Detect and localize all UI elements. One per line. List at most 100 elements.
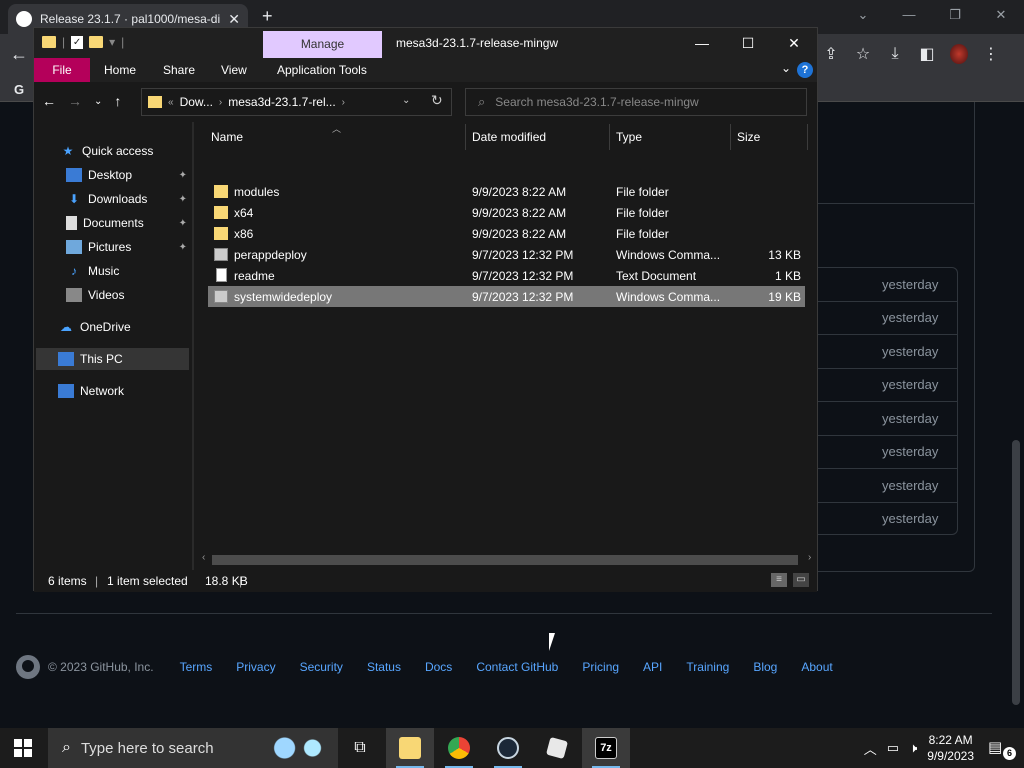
download-icon[interactable]: ⤓ (886, 45, 904, 63)
column-divider[interactable] (730, 124, 731, 150)
expand-ribbon-icon[interactable]: ⌄ (781, 61, 791, 75)
details-view-icon[interactable]: ≡ (771, 573, 787, 587)
browser-minimize-button[interactable]: — (886, 0, 932, 30)
footer-link-privacy[interactable]: Privacy (236, 660, 275, 674)
back-arrow-icon[interactable]: ← (42, 93, 56, 111)
share-icon[interactable]: ⇪ (822, 44, 840, 64)
windows-start-icon[interactable] (14, 739, 32, 757)
nav-pictures[interactable]: Pictures ✦ (66, 236, 189, 258)
column-header-name[interactable]: Name (211, 130, 243, 144)
tab-home[interactable]: Home (104, 58, 136, 82)
page-scrollbar-thumb[interactable] (1012, 440, 1020, 705)
taskbar-roblox[interactable] (533, 728, 581, 768)
customize-toolbar-icon[interactable]: ▾ (109, 35, 115, 49)
folder-icon[interactable] (42, 36, 56, 48)
search-input[interactable]: ⌕ Search mesa3d-23.1.7-release-mingw (465, 88, 807, 116)
bookmark-star-icon[interactable]: ☆ (854, 44, 872, 64)
explorer-maximize-button[interactable]: ☐ (725, 28, 771, 58)
github-logo-icon[interactable] (16, 655, 40, 679)
browser-close-button[interactable]: ✕ (978, 0, 1024, 30)
taskbar-steam[interactable] (484, 728, 532, 768)
search-highlight-icon[interactable] (266, 732, 328, 764)
file-row[interactable]: perappdeploy 9/7/2023 12:32 PM Windows C… (208, 244, 805, 265)
footer-link-about[interactable]: About (801, 660, 832, 674)
show-hidden-icons[interactable]: ︿ (864, 739, 877, 758)
column-header-type[interactable]: Type (616, 130, 642, 144)
profile-avatar[interactable] (950, 44, 968, 64)
taskbar-search-box[interactable]: ⌕ Type here to search (48, 728, 338, 768)
large-icons-view-icon[interactable]: ▭ (793, 573, 809, 587)
footer-link-security[interactable]: Security (300, 660, 343, 674)
breadcrumb-current-folder[interactable]: mesa3d-23.1.7-rel... (228, 95, 335, 109)
tab-application-tools[interactable]: Application Tools (277, 58, 367, 82)
column-divider[interactable] (609, 124, 610, 150)
horizontal-scrollbar[interactable]: ‹ › (202, 552, 816, 566)
column-header-date[interactable]: Date modified (472, 130, 546, 144)
file-row[interactable]: readme 9/7/2023 12:32 PM Text Document 1… (208, 265, 805, 286)
file-row[interactable]: modules 9/9/2023 8:22 AM File folder (208, 181, 805, 202)
footer-link-pricing[interactable]: Pricing (582, 660, 619, 674)
file-row-selected[interactable]: systemwidedeploy 9/7/2023 12:32 PM Windo… (208, 286, 805, 307)
tab-search-icon[interactable]: ⌄ (840, 0, 886, 30)
volume-muted-icon[interactable]: 🕨 (909, 740, 917, 756)
refresh-icon[interactable]: ↻ (431, 92, 443, 109)
notification-center-icon[interactable]: ▤ 6 (988, 738, 1016, 760)
overflow-chevron-icon[interactable]: « (168, 97, 174, 108)
nav-this-pc[interactable]: This PC (36, 348, 189, 370)
footer-link-status[interactable]: Status (367, 660, 401, 674)
scroll-right-icon[interactable]: › (808, 552, 811, 563)
new-tab-button[interactable]: + (262, 6, 273, 27)
footer-link-training[interactable]: Training (686, 660, 729, 674)
help-icon[interactable]: ? (797, 62, 813, 78)
nav-onedrive[interactable]: ☁ OneDrive (58, 316, 189, 338)
network-status-icon[interactable]: ▭ (887, 740, 899, 756)
manage-contextual-tab[interactable]: Manage (263, 31, 382, 58)
tab-file[interactable]: File (34, 58, 90, 82)
status-bar: 6 items | 1 item selected 18.8 KB | ≡ ▭ (34, 570, 817, 592)
taskbar-clock[interactable]: 8:22 AM 9/9/2023 (927, 732, 974, 764)
address-dropdown-icon[interactable]: ⌄ (402, 95, 410, 106)
file-row[interactable]: x86 9/9/2023 8:22 AM File folder (208, 223, 805, 244)
column-divider[interactable] (465, 124, 466, 150)
column-divider[interactable] (807, 124, 808, 150)
browser-restore-button[interactable]: ❐ (932, 0, 978, 30)
nav-documents[interactable]: Documents ✦ (66, 212, 189, 234)
recent-locations-icon[interactable]: ⌄ (94, 93, 102, 111)
tab-view[interactable]: View (221, 58, 247, 82)
navigation-pane-divider[interactable] (192, 122, 194, 570)
nav-videos[interactable]: Videos (66, 284, 189, 306)
explorer-minimize-button[interactable]: — (679, 28, 725, 58)
task-view-button[interactable]: ⧉ (336, 728, 384, 768)
nav-music[interactable]: ♪ Music (66, 260, 189, 282)
scroll-left-icon[interactable]: ‹ (202, 552, 205, 563)
asset-separator (818, 334, 957, 335)
breadcrumb-downloads[interactable]: Dow... (180, 95, 213, 109)
tab-share[interactable]: Share (163, 58, 195, 82)
taskbar-7zip[interactable]: 7z (582, 728, 630, 768)
up-arrow-icon[interactable]: ↑ (114, 93, 121, 111)
side-panel-icon[interactable]: ◧ (918, 44, 936, 64)
column-header-size[interactable]: Size (737, 130, 760, 144)
taskbar-file-explorer[interactable] (386, 728, 434, 768)
footer-link-terms[interactable]: Terms (180, 660, 213, 674)
breadcrumb-separator-icon[interactable]: › (219, 97, 222, 108)
browser-menu-icon[interactable]: ⋮ (982, 44, 1000, 64)
google-bookmark-icon[interactable]: G (14, 82, 24, 97)
nav-desktop[interactable]: Desktop ✦ (66, 164, 189, 186)
footer-link-blog[interactable]: Blog (753, 660, 777, 674)
footer-link-docs[interactable]: Docs (425, 660, 452, 674)
properties-check-icon[interactable]: ✓ (71, 35, 84, 49)
taskbar-chrome[interactable] (435, 728, 483, 768)
forward-arrow-icon[interactable]: → (68, 93, 82, 111)
nav-network[interactable]: Network (58, 380, 189, 402)
footer-link-api[interactable]: API (643, 660, 662, 674)
tab-close-icon[interactable]: ✕ (228, 11, 240, 28)
nav-downloads[interactable]: ⬇ Downloads ✦ (66, 188, 189, 210)
explorer-close-button[interactable]: ✕ (771, 28, 817, 58)
browser-back-icon[interactable]: ← (10, 44, 28, 65)
file-row[interactable]: x64 9/9/2023 8:22 AM File folder (208, 202, 805, 223)
footer-link-contact[interactable]: Contact GitHub (476, 660, 558, 674)
breadcrumb-separator-icon[interactable]: › (342, 97, 345, 108)
horizontal-scrollbar-thumb[interactable] (212, 555, 798, 565)
new-folder-icon[interactable] (89, 36, 104, 48)
